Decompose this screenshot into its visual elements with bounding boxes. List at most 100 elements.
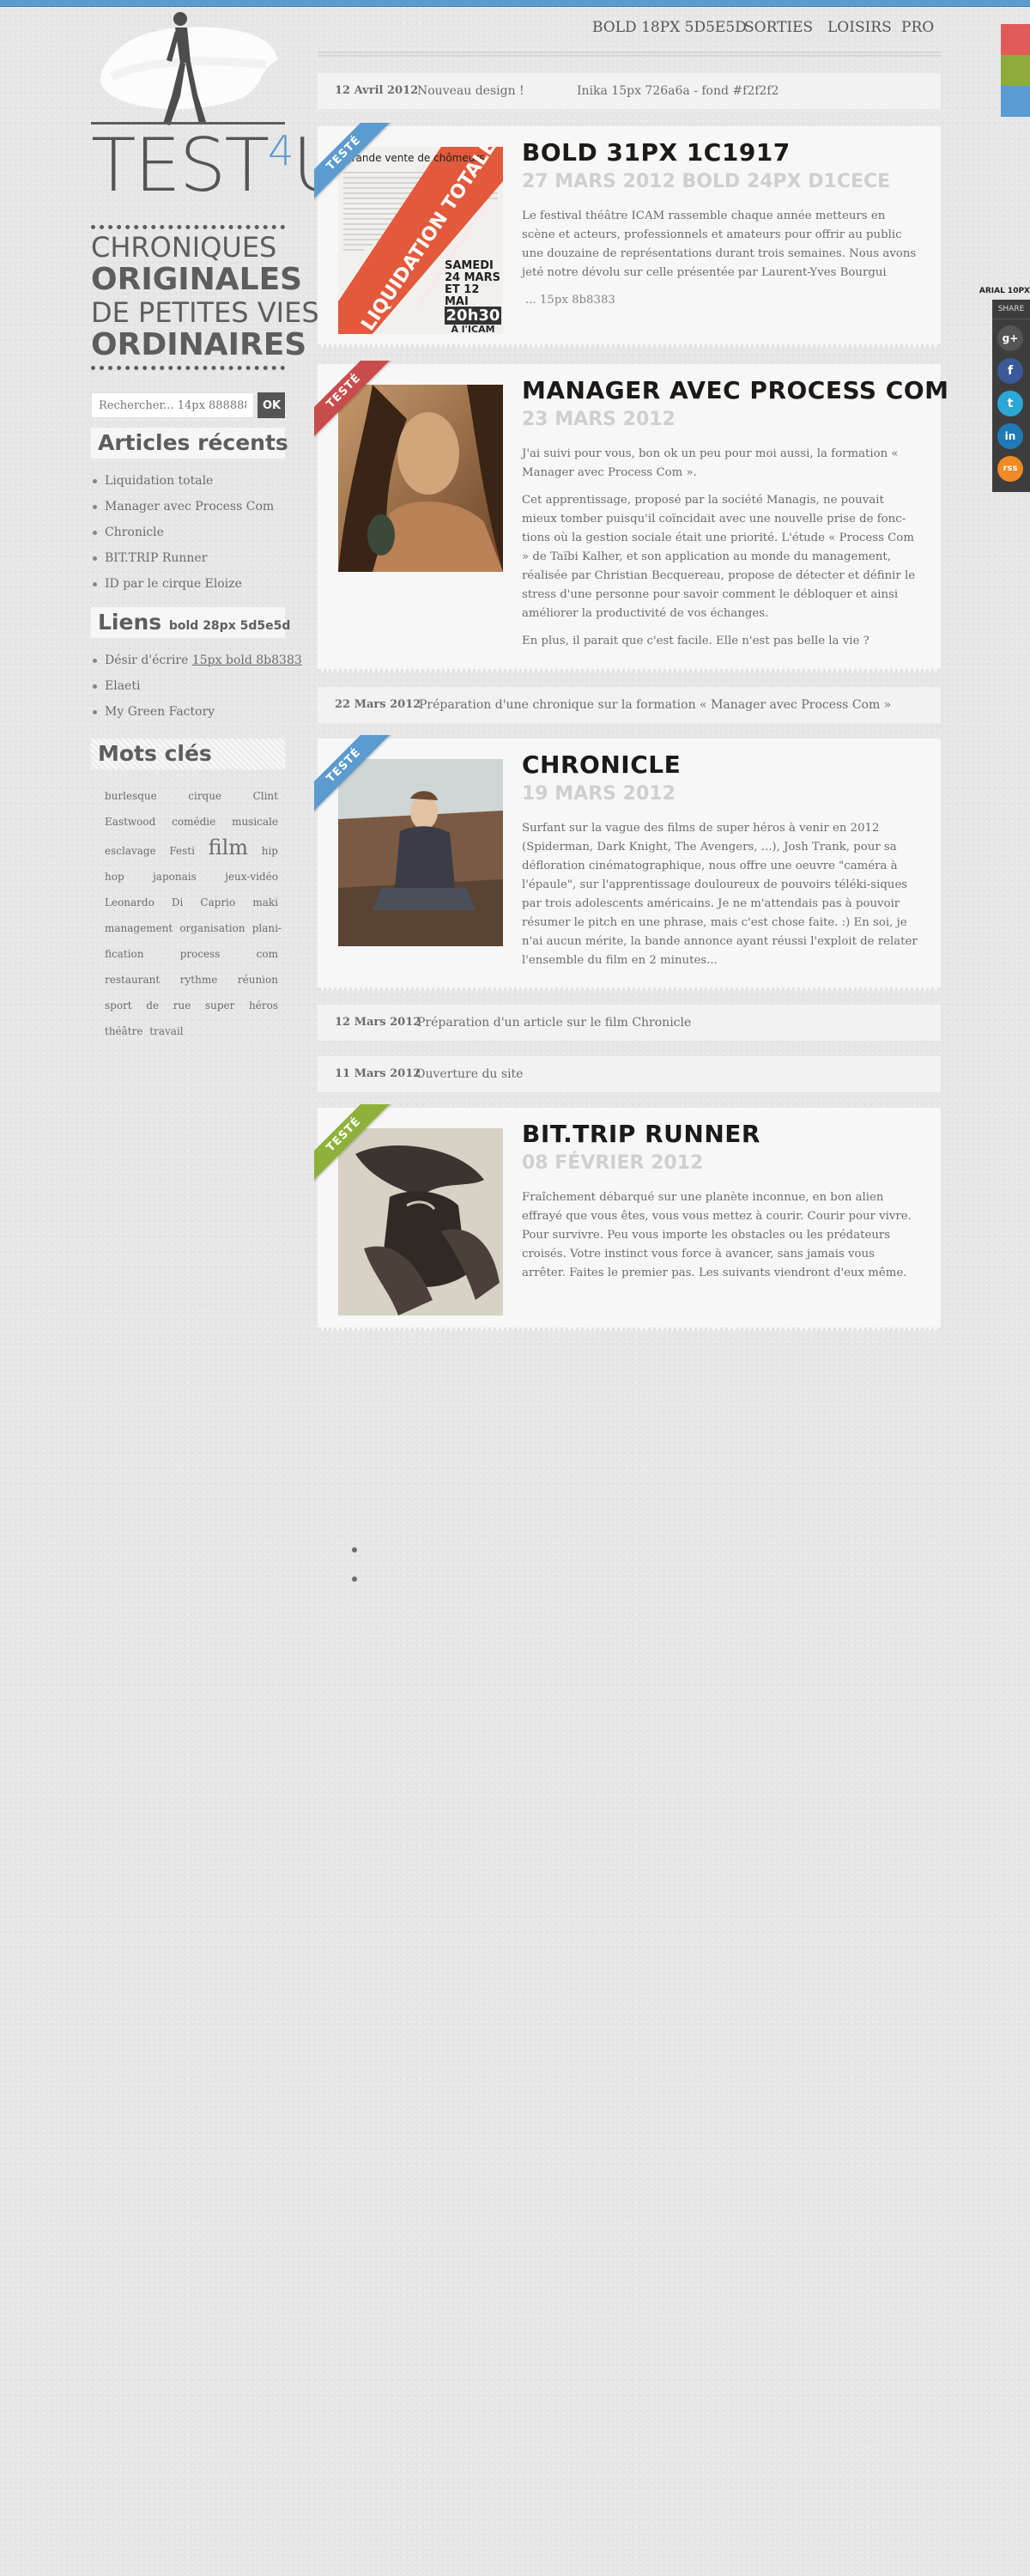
nav-item-sorties[interactable]: SORTIES [744, 19, 813, 36]
news-notice: 12 Avril 2012 Nouveau design ! Inika 15p… [318, 73, 941, 109]
news-notice: 11 Mars 2012 Ouverture du site [318, 1056, 941, 1092]
tag-link[interactable]: process [180, 948, 221, 960]
top-accent-bar [0, 0, 1030, 7]
tag-link[interactable]: travail [149, 1025, 183, 1037]
site-logo[interactable]: TEST4U CHRONIQUES ORIGINALES DE PETITES … [91, 9, 346, 374]
dotted-divider [91, 366, 285, 370]
list-item[interactable]: ID par le cirque Eloize [91, 575, 285, 601]
notice-text: Préparation d'une chronique sur la forma… [419, 698, 892, 712]
list-item[interactable]: Manager avec Process Com [91, 498, 285, 524]
tags-widget: Mots clés burlesque cirque Clint Eastwoo… [91, 738, 285, 1044]
widget-title: Liens bold 28px 5d5e5d [91, 607, 290, 638]
share-label: SHARE [992, 300, 1030, 319]
tag-link[interactable]: rythme [180, 974, 218, 986]
tag-link[interactable]: comédie [172, 816, 215, 828]
post-title[interactable]: BOLD 31PX 1C1917 [522, 138, 791, 167]
tag-link[interactable]: Festi [169, 845, 195, 857]
logo-four: 4 [268, 127, 294, 176]
empty-list-bullet [352, 1577, 357, 1582]
tested-ribbon: TESTÉ [314, 123, 391, 200]
tagline-line-2: ORIGINALES [91, 262, 303, 297]
theme-swatch-blue[interactable] [1001, 86, 1030, 117]
recent-articles-list: Liquidation totale Manager avec Process … [91, 472, 285, 601]
nav-item-home[interactable]: BOLD 18PX 5D5E5D [592, 19, 747, 36]
tag-link[interactable]: management [105, 922, 173, 934]
tagline-line-3: DE PETITES VIES [91, 296, 319, 329]
post-title[interactable]: CHRONICLE [522, 750, 681, 779]
tag-link[interactable]: Di [172, 896, 183, 908]
widget-title: Articles récents [91, 428, 288, 459]
link-note: 15px bold 8b8383 [191, 653, 302, 667]
tag-link[interactable]: maki [252, 896, 278, 908]
twitter-icon[interactable]: t [997, 391, 1023, 416]
links-widget: Liens bold 28px 5d5e5d Désir d'écrire 15… [91, 607, 302, 729]
poster-place: À l'ICAM [451, 324, 495, 334]
tag-link[interactable]: burlesque [105, 790, 157, 802]
notice-text: Ouverture du site [415, 1067, 524, 1081]
search-input[interactable] [91, 392, 254, 418]
list-item[interactable]: Désir d'écrire 15px bold 8b8383 [91, 652, 302, 677]
tag-link[interactable]: rue [173, 999, 191, 1012]
tag-link[interactable]: esclavage [105, 845, 156, 857]
tag-link[interactable]: musicale [232, 816, 278, 828]
tag-link[interactable]: de [146, 999, 159, 1012]
theme-swatch-red[interactable] [1001, 24, 1030, 55]
post-date: 19 MARS 2012 [522, 783, 676, 805]
nav-item-loisirs[interactable]: LOISIRS [827, 19, 892, 36]
tag-link[interactable]: super [205, 999, 234, 1012]
color-theme-switcher [1001, 24, 1030, 117]
tag-link[interactable]: Eastwood [105, 816, 155, 828]
nav-divider [318, 52, 941, 57]
notice-text: Préparation d'un article sur le film Chr… [417, 1016, 692, 1030]
post-date: 23 MARS 2012 [522, 409, 676, 430]
post-card: grande vente de chômeurs LIQUIDATION TOT… [314, 123, 941, 347]
tag-link[interactable]: Leonardo [105, 896, 154, 908]
tag-link[interactable]: Caprio [200, 896, 235, 908]
read-more-link[interactable]: ... 15px 8b8383 [525, 294, 615, 307]
tag-link[interactable]: théâtre [105, 1025, 142, 1037]
tag-link[interactable]: hip [262, 845, 278, 857]
list-item[interactable]: BIT.TRIP Runner [91, 550, 285, 575]
tag-link[interactable]: hop [105, 871, 124, 883]
tag-link[interactable]: organisation [179, 922, 245, 934]
rss-icon[interactable]: rss [997, 456, 1023, 482]
tag-link[interactable]: restaurant [105, 974, 160, 986]
tag-link[interactable]: héros [249, 999, 278, 1012]
google-plus-icon[interactable]: g+ [997, 325, 1023, 351]
empty-list-bullet [352, 1547, 357, 1552]
facebook-icon[interactable]: f [997, 358, 1023, 384]
tagline-line-1: CHRONIQUES [91, 231, 277, 264]
theme-swatch-green[interactable] [1001, 55, 1030, 86]
linkedin-icon[interactable]: in [997, 423, 1023, 449]
list-item[interactable]: Liquidation totale [91, 472, 285, 498]
tag-link[interactable]: japonais [153, 871, 197, 883]
list-item[interactable]: Elaeti [91, 677, 285, 703]
poster-time: 20h30 [445, 307, 501, 325]
news-notice: 12 Mars 2012 Préparation d'un article su… [318, 1005, 941, 1041]
tag-link[interactable]: com [257, 948, 278, 960]
list-item[interactable]: My Green Factory [91, 703, 285, 729]
notice-extra: Inika 15px 726a6a - fond #f2f2f2 [577, 84, 779, 98]
tag-link[interactable]: réunion [238, 974, 278, 986]
news-notice: 22 Mars 2012 Préparation d'une chronique… [318, 687, 941, 723]
post-card: TESTÉ CHRONICLE 19 MARS 2012 Surfant sur… [314, 735, 941, 990]
tag-link[interactable]: Clint [253, 790, 278, 802]
post-excerpt: Surfant sur la vague des films de super … [522, 822, 918, 967]
post-title[interactable]: MANAGER AVEC PROCESS COM [522, 376, 949, 404]
search-submit-button[interactable]: OK [258, 392, 285, 418]
tag-link[interactable]: jeux-vidéo [225, 871, 278, 883]
tested-ribbon: TESTÉ [314, 361, 391, 438]
notice-date: 12 Avril 2012 [335, 84, 419, 97]
post-title[interactable]: BIT.TRIP RUNNER [522, 1120, 760, 1148]
share-bar: SHARE g+ f t in rss [992, 300, 1030, 492]
notice-date: 22 Mars 2012 [335, 698, 421, 711]
tag-link[interactable]: sport [105, 999, 132, 1012]
tag-link[interactable]: film [209, 835, 248, 860]
tag-link[interactable]: cirque [188, 790, 221, 802]
tag-cloud: burlesque cirque Clint Eastwood comédie … [105, 783, 282, 1044]
post-excerpt: J'ai suivi pour vous, bon ok un peu pour… [522, 447, 916, 647]
sidebar: TEST4U CHRONIQUES ORIGINALES DE PETITES … [91, 9, 346, 1037]
nav-item-pro[interactable]: PRO [901, 19, 934, 36]
list-item[interactable]: Chronicle [91, 524, 285, 550]
tested-ribbon: TESTÉ [314, 735, 391, 812]
